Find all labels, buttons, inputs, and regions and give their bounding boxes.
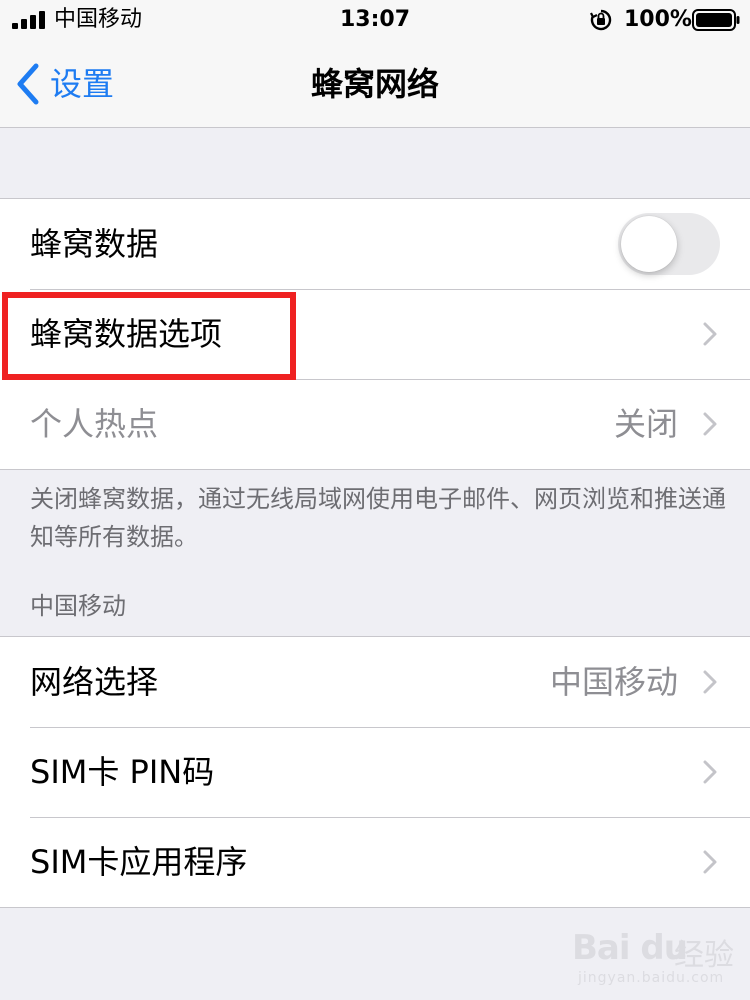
cellular-data-row: 蜂窝数据 — [0, 199, 750, 289]
watermark: Bai du 经验 jingyan.baidu.com — [572, 928, 742, 990]
page-title: 蜂窝网络 — [310, 65, 439, 103]
battery-icon — [692, 9, 740, 31]
personal-hotspot-label: 个人热点 — [30, 405, 159, 443]
carrier-section-header: 中国移动 — [30, 592, 126, 620]
sim-pin-row[interactable]: SIM卡 PIN码 — [0, 727, 750, 817]
cellular-settings-group: 蜂窝数据 蜂窝数据选项 个人热点 关闭 — [0, 198, 750, 470]
watermark-url: jingyan.baidu.com — [578, 970, 725, 986]
watermark-text: 经验 — [674, 938, 734, 973]
network-selection-row[interactable]: 网络选择 中国移动 — [0, 637, 750, 727]
status-bar: 中国移动 13:07 100% — [0, 0, 750, 40]
cellular-data-options-row[interactable]: 蜂窝数据选项 — [0, 289, 750, 379]
navigation-bar: 设置 蜂窝网络 — [0, 40, 750, 128]
sim-apps-label: SIM卡应用程序 — [30, 843, 248, 881]
personal-hotspot-row[interactable]: 个人热点 关闭 — [0, 379, 750, 469]
watermark-logo: Bai du — [572, 928, 688, 968]
chevron-right-icon — [703, 322, 717, 346]
sim-apps-row[interactable]: SIM卡应用程序 — [0, 817, 750, 907]
personal-hotspot-value: 关闭 — [613, 405, 678, 443]
cellular-data-footer-note: 关闭蜂窝数据，通过无线局域网使用电子邮件、网页浏览和推送通知等所有数据。 — [30, 485, 726, 551]
chevron-right-icon — [703, 760, 717, 784]
cellular-data-toggle[interactable] — [618, 213, 720, 275]
orientation-lock-icon — [590, 9, 612, 31]
cellular-data-label: 蜂窝数据 — [30, 225, 159, 263]
cellular-data-options-label: 蜂窝数据选项 — [30, 315, 223, 353]
toggle-knob — [621, 216, 677, 272]
sim-pin-label: SIM卡 PIN码 — [30, 753, 215, 791]
battery-percent: 100% — [624, 7, 692, 32]
chevron-right-icon — [703, 670, 717, 694]
network-selection-value: 中国移动 — [549, 663, 678, 701]
network-selection-label: 网络选择 — [30, 663, 159, 701]
carrier-settings-group: 网络选择 中国移动 SIM卡 PIN码 SIM卡应用程序 — [0, 636, 750, 908]
chevron-right-icon — [703, 850, 717, 874]
chevron-right-icon — [703, 412, 717, 436]
